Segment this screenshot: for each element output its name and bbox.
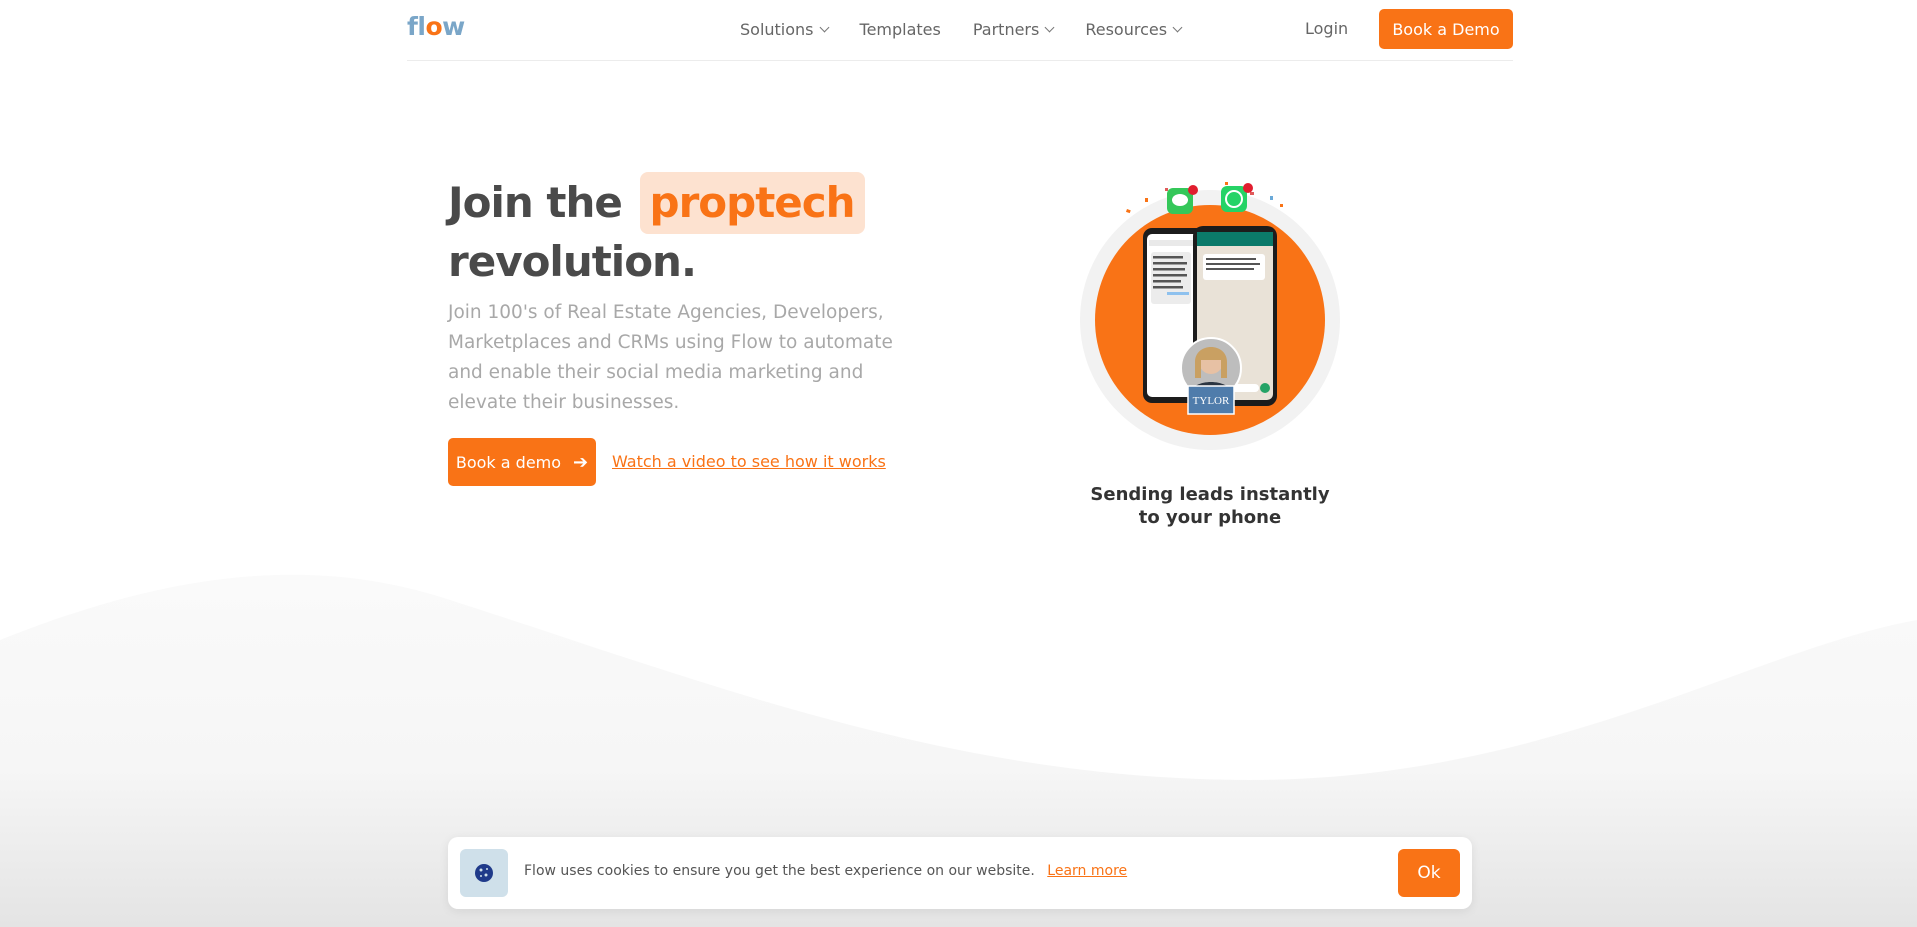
cta-label: Book a demo: [455, 452, 562, 472]
hero-subtitle: Join 100's of Real Estate Agencies, Deve…: [448, 302, 893, 413]
chevron-down-icon: [1172, 22, 1183, 32]
nav-solutions-label: Solutions: [740, 19, 814, 39]
nav-templates-label: Templates: [859, 19, 941, 39]
site-header: flow Solutions Templates Partners Resour…: [407, 0, 1513, 61]
flow-logo[interactable]: flow: [407, 12, 465, 41]
nav-resources[interactable]: Resources: [1085, 19, 1183, 39]
watch-video-link[interactable]: Watch a video to see how it works: [612, 452, 886, 471]
arrow-right-icon: ➔: [573, 451, 589, 473]
main-nav: Solutions Templates Partners Resources: [740, 0, 1213, 58]
cookie-text: Flow uses cookies to ensure you get the …: [524, 863, 1035, 879]
cookie-banner: Flow uses cookies to ensure you get the …: [448, 837, 1472, 909]
nav-solutions[interactable]: Solutions: [740, 19, 829, 39]
hero-title-prefix: Join the: [448, 178, 623, 227]
nav-templates[interactable]: Templates: [860, 20, 941, 39]
nav-partners-label: Partners: [972, 19, 1040, 39]
chevron-down-icon: [819, 22, 829, 32]
hero-title: Join the proptech revolution.: [448, 172, 948, 289]
chevron-down-icon: [1044, 22, 1055, 32]
hero-title-suffix: revolution.: [448, 237, 697, 286]
cookie-icon: [460, 849, 508, 897]
nav-partners[interactable]: Partners: [972, 19, 1055, 39]
tylor-badge: TYLOR: [1193, 395, 1230, 407]
nav-resources-label: Resources: [1085, 19, 1168, 39]
login-link[interactable]: Login: [1305, 19, 1348, 38]
book-demo-cta-button[interactable]: Book a demo ➔: [448, 438, 596, 486]
illustration-caption: Sending leads instantly to your phone: [1090, 484, 1330, 528]
learn-more-link[interactable]: Learn more: [1047, 863, 1127, 879]
book-a-demo-button[interactable]: Book a Demo: [1379, 9, 1513, 49]
hero-title-highlight: proptech: [639, 172, 865, 234]
phones-illustration: TYLOR: [1080, 182, 1340, 450]
cookie-message: Flow uses cookies to ensure you get the …: [524, 863, 1127, 879]
cookie-ok-button[interactable]: Ok: [1398, 849, 1460, 897]
